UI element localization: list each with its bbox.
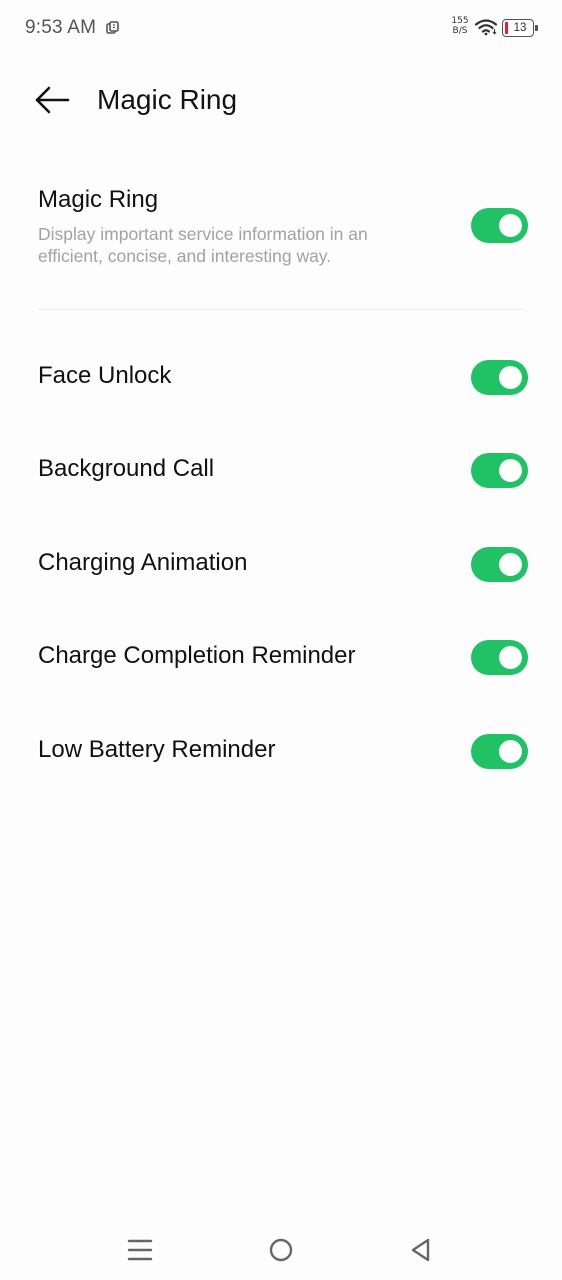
toggle-knob — [499, 214, 522, 237]
toggle-knob — [499, 553, 522, 576]
magic-ring-toggle[interactable] — [471, 208, 528, 243]
network-speed-unit: B/S — [452, 26, 468, 36]
face-unlock-toggle[interactable] — [471, 360, 528, 395]
magic-ring-setting-title: Magic Ring — [38, 186, 159, 213]
toggle-knob — [499, 646, 522, 669]
screen: 9:53 AM 155 B/S 13 Magic Ring Magic Ring… — [0, 0, 562, 1280]
navigation-bar — [0, 1220, 562, 1280]
back-button[interactable] — [30, 80, 76, 120]
setting-label: Charging Animation — [38, 549, 248, 576]
home-circle-icon — [269, 1238, 293, 1262]
setting-label: Charge Completion Reminder — [38, 642, 356, 669]
home-button[interactable] — [259, 1228, 303, 1272]
setting-row-face-unlock[interactable]: Face Unlock — [0, 342, 562, 412]
recent-apps-button[interactable] — [118, 1228, 162, 1272]
battery-tip — [535, 25, 538, 31]
setting-row-low-battery-reminder[interactable]: Low Battery Reminder — [0, 716, 562, 786]
notification-app-icon — [106, 21, 120, 35]
toggle-knob — [499, 740, 522, 763]
back-triangle-icon — [411, 1238, 430, 1262]
setting-row-charging-animation[interactable]: Charging Animation — [0, 529, 562, 599]
menu-icon — [127, 1239, 153, 1261]
battery-level: 13 — [513, 22, 527, 34]
setting-row-charge-completion-reminder[interactable]: Charge Completion Reminder — [0, 622, 562, 692]
status-time: 9:53 AM — [25, 17, 97, 38]
setting-label: Face Unlock — [38, 362, 172, 389]
charging-animation-toggle[interactable] — [471, 547, 528, 582]
setting-label: Low Battery Reminder — [38, 736, 276, 763]
network-speed: 155 B/S — [450, 16, 470, 36]
background-call-toggle[interactable] — [471, 453, 528, 488]
toggle-knob — [499, 366, 522, 389]
page-title: Magic Ring — [97, 84, 238, 115]
charge-completion-reminder-toggle[interactable] — [471, 640, 528, 675]
magic-ring-setting-description: Display important service information in… — [38, 224, 368, 266]
setting-row-background-call[interactable]: Background Call — [0, 435, 562, 505]
low-battery-reminder-toggle[interactable] — [471, 734, 528, 769]
divider — [38, 309, 525, 310]
nav-back-button[interactable] — [398, 1228, 442, 1272]
battery-icon: 13 — [502, 19, 538, 37]
magic-ring-setting[interactable]: Magic Ring Display important service inf… — [0, 180, 562, 280]
header: Magic Ring — [0, 72, 562, 132]
status-bar: 9:53 AM 155 B/S 13 — [0, 0, 562, 58]
setting-label: Background Call — [38, 455, 215, 482]
toggle-knob — [499, 459, 522, 482]
network-speed-value: 155 — [451, 16, 469, 26]
wifi-icon — [474, 18, 498, 36]
arrow-left-icon — [35, 86, 70, 114]
